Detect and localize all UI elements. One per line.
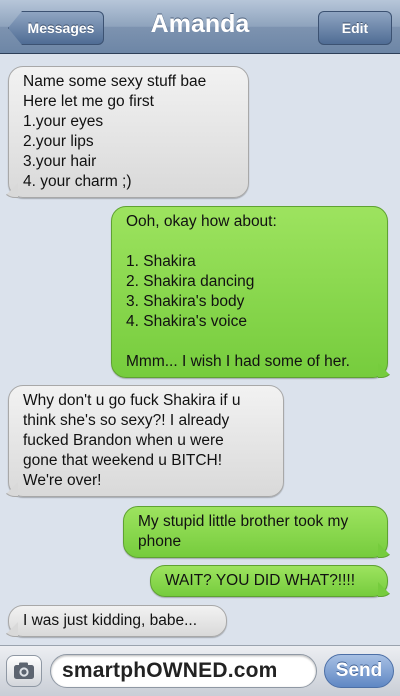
camera-button[interactable] — [6, 655, 42, 687]
message-bubble-outgoing: Ooh, okay how about: 1. Shakira 2. Shaki… — [111, 206, 388, 378]
message-bubble-outgoing: My stupid little brother took my phone — [123, 506, 388, 558]
message-text-field[interactable]: smartphOWNED.com — [50, 654, 317, 688]
message-input-bar: smartphOWNED.com Send — [0, 645, 400, 696]
message-bubble-incoming: Why don't u go fuck Shakira if u think s… — [8, 385, 284, 497]
message-thread[interactable]: Name some sexy stuff bae Here let me go … — [0, 55, 400, 645]
message-bubble-outgoing: WAIT? YOU DID WHAT?!!!! — [150, 565, 388, 597]
message-bubble-incoming: I was just kidding, babe... — [8, 605, 227, 637]
edit-button[interactable]: Edit — [318, 11, 392, 45]
send-button[interactable]: Send — [324, 654, 394, 688]
camera-icon — [14, 662, 34, 679]
navigation-bar: Messages Amanda Edit — [0, 0, 400, 54]
message-bubble-incoming: Name some sexy stuff bae Here let me go … — [8, 66, 249, 198]
